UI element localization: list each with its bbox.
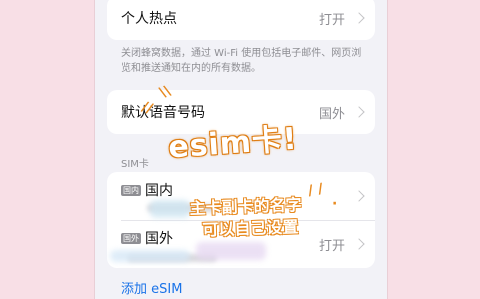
blur-patch bbox=[150, 200, 190, 218]
sim-badge: 国内 bbox=[121, 185, 141, 196]
blur-patch bbox=[196, 242, 266, 260]
chevron-right-icon bbox=[353, 238, 365, 250]
annotation-note-line2: 可以自己设置 bbox=[202, 217, 299, 240]
annotation-note: 主卡副卡的名字 可以自己设置 bbox=[189, 194, 302, 242]
sim-row-value: 打开 bbox=[318, 238, 345, 254]
hotspot-value: 打开 bbox=[318, 12, 345, 28]
sim-badge: 国外 bbox=[121, 233, 141, 244]
hotspot-card: 个人热点 打开 bbox=[107, 0, 375, 40]
sparkle-icon: · bbox=[332, 196, 338, 212]
sim-row-label: 国内 bbox=[145, 183, 173, 199]
hotspot-label: 个人热点 bbox=[121, 11, 177, 27]
default-voice-value: 国外 bbox=[318, 106, 345, 122]
hotspot-footnote: 关闭蜂窝数据，通过 Wi-Fi 使用包括电子邮件、网页浏览和推送通知在内的所有数… bbox=[121, 48, 362, 74]
sparkle-icon: / / bbox=[306, 180, 325, 200]
annotation-note-line1: 主卡副卡的名字 bbox=[189, 195, 302, 218]
sim-row-label: 国外 bbox=[145, 231, 173, 247]
default-voice-label: 默认语音号码 bbox=[121, 105, 205, 121]
chevron-right-icon bbox=[353, 106, 365, 118]
annotation-title: esim卡! bbox=[167, 121, 299, 166]
chevron-right-icon bbox=[353, 190, 365, 202]
sim-section-header: SIM卡 bbox=[121, 159, 149, 170]
hotspot-row[interactable]: 个人热点 打开 bbox=[107, 0, 375, 40]
add-esim-link[interactable]: 添加 eSIM bbox=[121, 278, 182, 297]
blur-patch bbox=[110, 250, 190, 262]
chevron-right-icon bbox=[353, 12, 365, 24]
